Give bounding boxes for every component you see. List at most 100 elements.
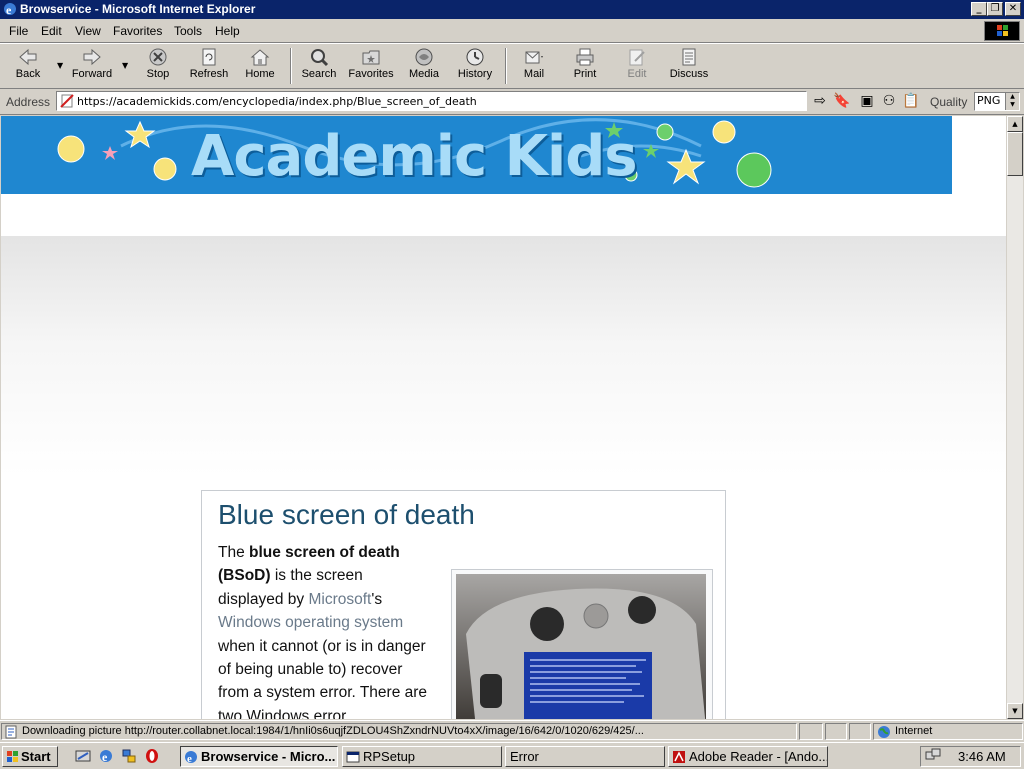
ie-logo-icon: e [4,3,16,17]
body-text: The [218,544,250,561]
stop-button[interactable]: Stop [138,45,178,85]
address-bar: Address ⇨ 🔖 ▣ ⚇ 📋 Quality ▲▼ [0,89,1024,115]
page-background [1,236,1006,476]
media-button[interactable]: Media [404,45,444,85]
task-label: Browservice - Micro... [201,749,336,764]
menu-favorites[interactable]: Favorites [113,24,162,38]
article-body: The blue screen of death (BSoD) is the s… [218,541,428,719]
page-blocked-icon [60,94,74,108]
vertical-scrollbar[interactable]: ▲ ▼ [1007,116,1023,719]
adobe-reader-icon [673,751,685,763]
menu-help[interactable]: Help [215,24,240,38]
article-thumbnail[interactable] [451,569,713,719]
article-heading: Blue screen of death [218,499,475,530]
opera-quicklaunch-icon[interactable] [144,748,160,764]
go-arrow-icon[interactable]: ⇨ [811,92,829,110]
page-loading-icon [5,725,17,739]
refresh-icon [202,48,216,66]
task-label: RPSetup [363,749,416,764]
quality-spinner[interactable]: ▲ ▼ [1005,93,1019,110]
ie-quicklaunch-icon[interactable]: e [98,748,114,764]
minimize-button[interactable]: _ [971,2,987,16]
windows-throbber-icon [984,21,1020,41]
address-field-container [56,91,807,111]
history-icon [466,48,484,66]
scroll-down-icon[interactable]: ▼ [1007,703,1023,719]
forward-arrow-icon [83,48,101,66]
start-label: Start [21,749,51,764]
menu-tools[interactable]: Tools [174,24,202,38]
menu-file[interactable]: File [9,24,28,38]
edit-button[interactable]: Edit [620,45,654,85]
status-text: Downloading picture http://router.collab… [22,725,644,737]
body-text: 's [371,590,383,608]
site-banner[interactable]: Academic Kids [1,116,952,194]
find-binoculars-icon[interactable]: ⚇ [880,92,898,110]
start-button[interactable]: Start [2,746,58,767]
quality-label: Quality [930,95,968,109]
menu-edit[interactable]: Edit [41,24,62,38]
site-logo: Academic Kids [191,124,638,189]
network-connections-icon[interactable] [925,748,941,764]
forward-button[interactable]: Forward [68,45,116,85]
network-quicklaunch-icon[interactable] [121,748,137,764]
show-desktop-icon[interactable] [75,748,91,764]
home-icon [250,49,270,66]
security-zone-pane: Internet [873,723,1023,740]
title-bar: e Browservice - Microsoft Internet Explo… [0,0,1024,19]
back-button[interactable]: Back [6,45,50,85]
quality-input[interactable] [977,94,1005,107]
scroll-up-icon[interactable]: ▲ [1007,116,1023,132]
page-viewport: Academic Kids Blue screen of death The b… [1,116,1006,719]
svg-text:e: e [6,3,12,17]
favorites-folder-icon [362,50,380,65]
favorites-button[interactable]: Favorites [346,45,396,85]
menu-bar: File Edit View Favorites Tools Help [0,19,1024,43]
article-card: Blue screen of death The blue screen of … [201,490,726,719]
stop-icon [149,48,167,66]
close-button[interactable]: ✕ [1005,2,1021,16]
mail-button[interactable]: Mail [514,45,554,85]
toolbar-separator [505,48,507,84]
clipboard-icon[interactable]: 📋 [902,92,920,110]
ie-task-icon: e [185,751,197,764]
back-arrow-icon [19,48,37,66]
quality-select[interactable]: ▲▼ [974,92,1020,111]
search-icon [311,49,329,67]
print-button[interactable]: Print [566,45,604,85]
clock[interactable]: 3:46 AM [958,747,1006,766]
discuss-icon [682,48,696,66]
status-bar: Downloading picture http://router.collab… [0,720,1024,743]
toolbar-separator [290,48,292,84]
svg-text:e: e [102,750,108,764]
task-rpsetup[interactable]: RPSetup [342,746,502,767]
edit-page-icon [629,49,645,66]
menu-view[interactable]: View [75,24,101,38]
status-pane-empty [849,723,871,740]
standard-toolbar: Back ▼ Forward ▼ Stop Refresh Home Searc… [0,43,1024,89]
task-label: Error [510,749,539,764]
zone-label: Internet [895,725,933,737]
task-browservice[interactable]: e Browservice - Micro... [180,746,338,767]
status-text-pane: Downloading picture http://router.collab… [1,723,797,740]
scroll-thumb[interactable] [1007,132,1023,176]
link-microsoft[interactable]: Microsoft [308,591,371,608]
address-input[interactable] [77,93,797,109]
window-title: Browservice - Microsoft Internet Explore… [20,2,256,16]
task-error[interactable]: Error [505,746,665,767]
task-adobe-reader[interactable]: Adobe Reader - [Ando... [668,746,828,767]
media-icon [415,48,433,66]
restore-button[interactable]: ❐ [987,2,1003,16]
home-button[interactable]: Home [240,45,280,85]
history-button[interactable]: History [454,45,496,85]
refresh-button[interactable]: Refresh [186,45,232,85]
printer-icon [576,48,594,66]
back-dropdown-icon[interactable]: ▼ [57,61,63,70]
mail-icon [525,51,543,64]
forward-dropdown-icon[interactable]: ▼ [122,61,128,70]
link-windows-os[interactable]: Windows operating system [218,614,403,631]
bookmark-icon[interactable]: 🔖 [833,92,851,110]
discuss-button[interactable]: Discuss [668,45,710,85]
page-view-icon[interactable]: ▣ [858,92,876,110]
search-button[interactable]: Search [298,45,340,85]
